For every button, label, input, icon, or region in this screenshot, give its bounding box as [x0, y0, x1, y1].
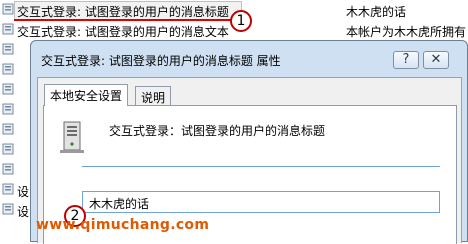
- tab-local-security-setting[interactable]: 本地安全设置: [44, 84, 129, 106]
- policy-icon: [2, 143, 14, 155]
- highlight-underline: [14, 19, 238, 21]
- policy-icon: [2, 103, 14, 115]
- tab-explain[interactable]: 说明: [135, 86, 172, 106]
- policy-icon: [2, 23, 14, 35]
- close-button[interactable]: ✕: [423, 51, 449, 69]
- policy-name: 交互式登录: 试图登录的用户的消息标题: [17, 5, 229, 19]
- policy-name-label: 交互式登录：试图登录的用户的消息标题: [109, 124, 326, 138]
- policy-icon: [2, 83, 14, 95]
- server-icon: [60, 121, 84, 153]
- policy-icon: [2, 63, 14, 75]
- message-title-value: 木木虎的话: [89, 197, 150, 211]
- watermark: www.qimuchang.com: [36, 217, 210, 233]
- policy-icon: [2, 3, 14, 15]
- help-button[interactable]: ?: [393, 51, 419, 69]
- policy-value: 本帐户为木木虎所拥有: [346, 25, 467, 39]
- policy-icon: [2, 183, 14, 195]
- separator: [82, 166, 440, 167]
- dialog-title: 交互式登录: 试图登录的用户的消息标题 属性: [41, 54, 281, 68]
- callout-1: 1: [230, 10, 252, 32]
- policy-icon: [2, 163, 14, 175]
- policy-name: 设: [17, 185, 30, 199]
- policy-value: 木木虎的话: [346, 5, 407, 19]
- policy-icon: [2, 123, 14, 135]
- policy-name: 交互式登录: 试图登录的用户的消息文本: [17, 25, 229, 39]
- properties-dialog: 交互式登录: 试图登录的用户的消息标题 属性 ? ✕ 本地安全设置 说明 交互式…: [30, 40, 468, 244]
- policy-icon: [2, 43, 14, 55]
- policy-name: 设: [17, 205, 30, 219]
- message-title-input[interactable]: 木木虎的话: [82, 191, 440, 213]
- policy-icon: [2, 203, 14, 215]
